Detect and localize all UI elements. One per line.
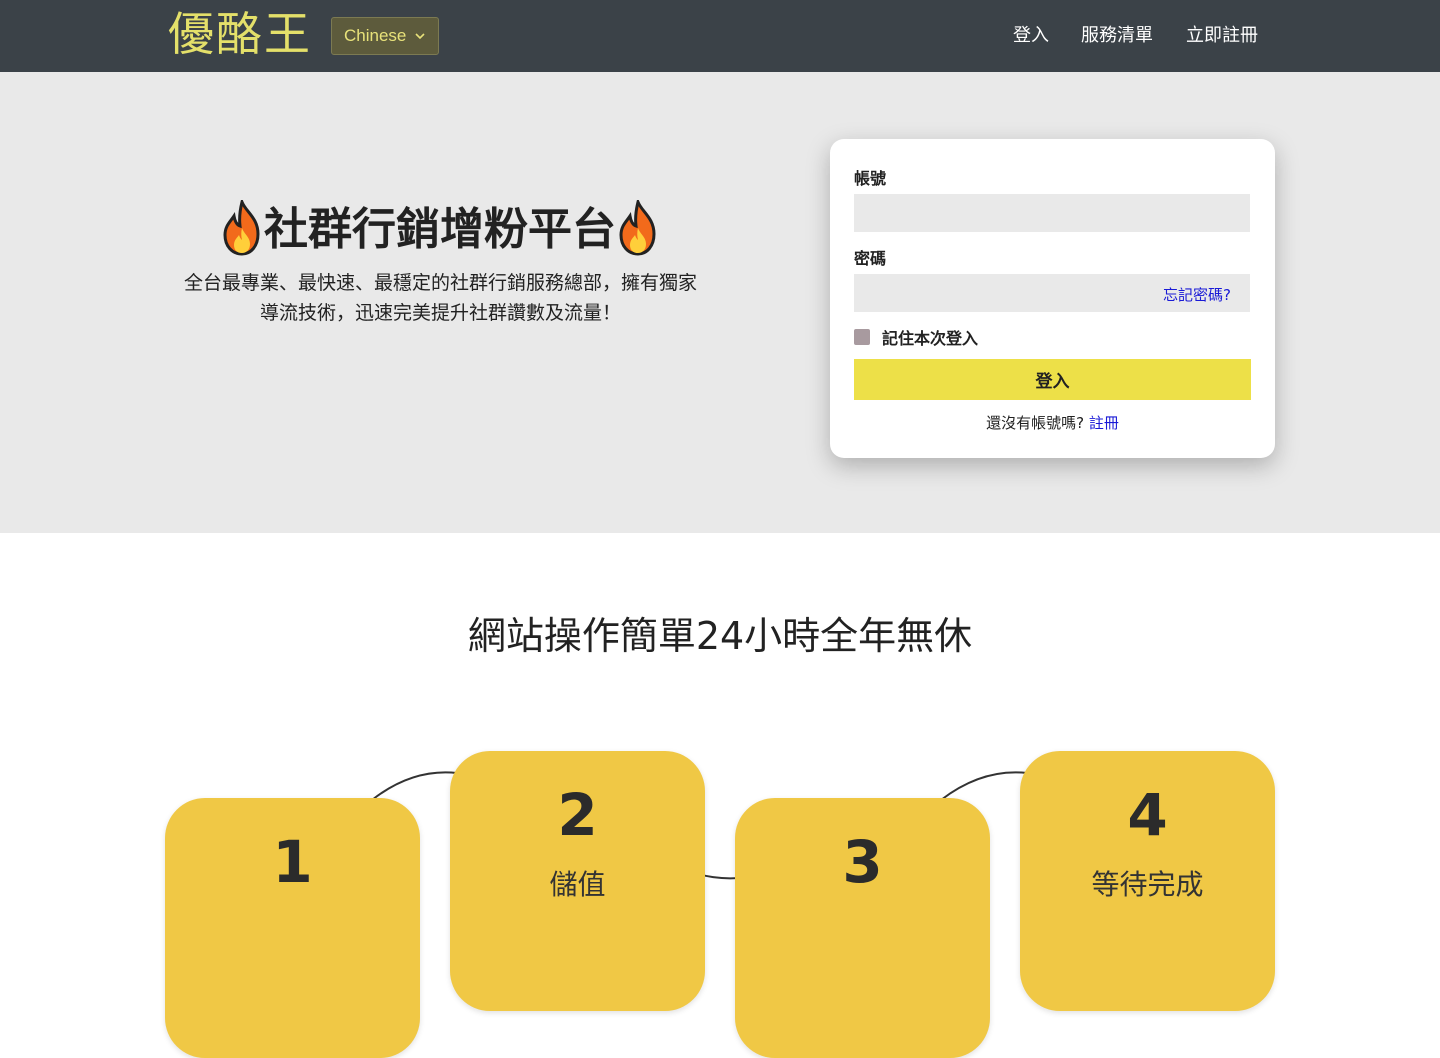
hero-subtitle-line: 導流技術，迅速完美提升社群讚數及流量！ bbox=[259, 302, 621, 324]
site-logo[interactable]: 優酪王 bbox=[168, 4, 312, 64]
password-label: 密碼 bbox=[854, 249, 887, 268]
step-card-1: 1 bbox=[165, 798, 420, 1058]
hero-title: 社群行銷增粉平台 bbox=[170, 197, 710, 262]
fire-icon bbox=[616, 197, 660, 256]
top-navbar: 優酪王 Chinese 登入 服務清單 立即註冊 bbox=[0, 0, 1440, 72]
login-card: 帳號 密碼 忘記密碼? 記住本次登入 登入 還沒有帳號嗎? 註冊 bbox=[830, 139, 1275, 458]
step-card-4: 4 等待完成 bbox=[1020, 751, 1275, 1011]
fire-icon bbox=[220, 197, 264, 256]
account-label: 帳號 bbox=[854, 169, 887, 188]
nav-link-register[interactable]: 立即註冊 bbox=[1186, 24, 1258, 48]
language-select-value: Chinese bbox=[344, 26, 407, 45]
account-input[interactable] bbox=[854, 194, 1250, 232]
step-card-3: 3 bbox=[735, 798, 990, 1058]
chevron-down-icon bbox=[414, 18, 426, 68]
step-text: 儲值 bbox=[549, 868, 606, 901]
language-select[interactable]: Chinese bbox=[331, 17, 439, 55]
login-button[interactable]: 登入 bbox=[854, 359, 1251, 400]
steps-title: 網站操作簡單24小時全年無休 bbox=[467, 614, 973, 658]
remember-checkbox[interactable] bbox=[854, 329, 870, 345]
nav-link-services[interactable]: 服務清單 bbox=[1081, 24, 1153, 48]
step-number: 1 bbox=[272, 828, 313, 896]
step-number: 2 bbox=[557, 781, 598, 849]
hero-subtitle-line: 全台最專業、最快速、最穩定的社群行銷服務總部，擁有獨家 bbox=[183, 272, 697, 294]
no-account-text: 還沒有帳號嗎? bbox=[986, 414, 1085, 432]
remember-label: 記住本次登入 bbox=[882, 329, 979, 348]
register-prompt: 還沒有帳號嗎? 註冊 bbox=[830, 412, 1275, 433]
step-card-2: 2 儲值 bbox=[450, 751, 705, 1011]
hero-title-text: 社群行銷增粉平台 bbox=[264, 204, 616, 255]
forgot-password-link[interactable]: 忘記密碼? bbox=[1163, 284, 1231, 305]
register-link[interactable]: 註冊 bbox=[1089, 414, 1119, 432]
step-text: 等待完成 bbox=[1091, 868, 1204, 901]
step-number: 4 bbox=[1127, 781, 1168, 849]
hero-subtitle: 全台最專業、最快速、最穩定的社群行銷服務總部，擁有獨家 導流技術，迅速完美提升社… bbox=[168, 268, 713, 328]
step-number: 3 bbox=[842, 828, 883, 896]
nav-link-login[interactable]: 登入 bbox=[1013, 24, 1049, 48]
